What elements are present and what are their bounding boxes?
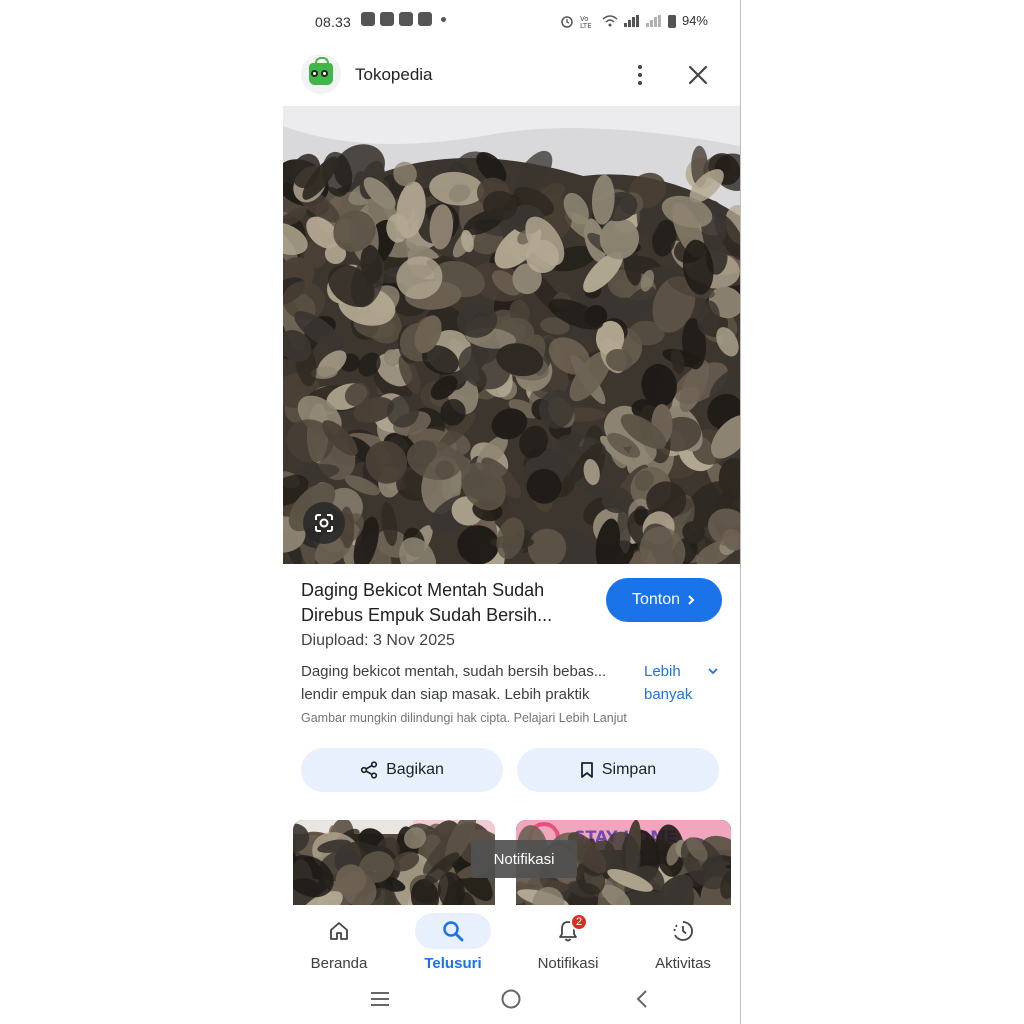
more-options-icon[interactable] — [630, 62, 650, 88]
related-image-1[interactable] — [293, 820, 495, 908]
nav-aktivitas-label: Aktivitas — [655, 955, 711, 972]
alarm-icon — [561, 15, 573, 28]
more-notifications-icon — [441, 16, 446, 22]
system-navigation-bar — [283, 980, 740, 1024]
activity-icon — [645, 913, 721, 949]
signal-icon — [623, 14, 640, 27]
gmail-icon — [380, 12, 394, 26]
svg-text:LTE: LTE — [580, 22, 592, 28]
status-bar: 08.33 Vo LTE 94% — [283, 0, 740, 44]
chevron-right-icon — [688, 595, 695, 605]
notification-icons — [361, 12, 446, 26]
nav-beranda[interactable]: Beranda — [289, 905, 389, 980]
google-lens-icon[interactable] — [303, 502, 345, 544]
save-label: Simpan — [601, 761, 657, 778]
home-icon — [301, 913, 377, 949]
app-icon — [418, 12, 432, 26]
source-header: Tokopedia — [283, 50, 740, 100]
bottom-navigation: Beranda Telusuri 2 Notifikasi Aktivitas — [283, 905, 740, 980]
watch-button-label: Tonton — [631, 591, 681, 608]
screen: 08.33 Vo LTE 94% Tokopedia Daging Bekico… — [0, 0, 1024, 1024]
search-icon — [415, 913, 491, 949]
tokopedia-logo-icon[interactable] — [301, 54, 341, 94]
more-link[interactable]: Lebih banyak — [644, 660, 714, 706]
save-button[interactable]: Simpan — [517, 748, 719, 792]
phone-screen: 08.33 Vo LTE 94% Tokopedia Daging Bekico… — [283, 0, 740, 1024]
nav-telusuri-label: Telusuri — [424, 955, 482, 972]
back-icon[interactable] — [635, 988, 649, 1010]
frame-edge — [740, 0, 741, 1024]
bookmark-icon — [580, 762, 593, 778]
home-button-icon[interactable] — [500, 988, 522, 1010]
volte-icon: VoLTE — [580, 15, 592, 28]
recent-apps-icon[interactable] — [369, 990, 391, 1008]
result-title[interactable]: Daging Bekicot Mentah Sudah Direbus Empu… — [301, 578, 591, 628]
result-image[interactable] — [283, 106, 740, 564]
nav-notifikasi[interactable]: 2 Notifikasi — [518, 905, 618, 980]
nav-notifikasi-label: Notifikasi — [537, 955, 599, 972]
upload-date: Diupload: 3 Nov 2025 — [301, 632, 455, 649]
chevron-down-icon[interactable] — [707, 666, 719, 676]
close-icon[interactable] — [685, 62, 711, 88]
snail-meat-photo — [283, 106, 740, 564]
result-description: Daging bekicot mentah, sudah bersih beba… — [301, 663, 607, 703]
site-name[interactable]: Tokopedia — [355, 65, 433, 85]
nav-telusuri[interactable]: Telusuri — [403, 905, 503, 980]
mail-icon — [361, 12, 375, 26]
notification-badge: 2 — [570, 913, 588, 931]
notifikasi-tooltip: Notifikasi — [471, 840, 577, 878]
share-label: Bagikan — [386, 761, 444, 778]
watch-button[interactable]: Tonton — [606, 578, 722, 622]
nav-beranda-label: Beranda — [310, 955, 368, 972]
wifi-icon — [602, 15, 618, 27]
share-icon — [360, 761, 378, 779]
status-time: 08.33 — [315, 14, 352, 30]
nav-aktivitas[interactable]: Aktivitas — [633, 905, 733, 980]
signal-2-icon — [645, 14, 662, 27]
bell-icon — [530, 913, 606, 949]
battery-level: 94% — [681, 13, 708, 28]
copyright-note[interactable]: Gambar mungkin dilindungi hak cipta. Pel… — [301, 711, 627, 725]
share-button[interactable]: Bagikan — [301, 748, 503, 792]
system-status: Vo LTE 94% — [560, 13, 708, 28]
shop-icon — [399, 12, 413, 26]
battery-icon — [667, 14, 676, 28]
